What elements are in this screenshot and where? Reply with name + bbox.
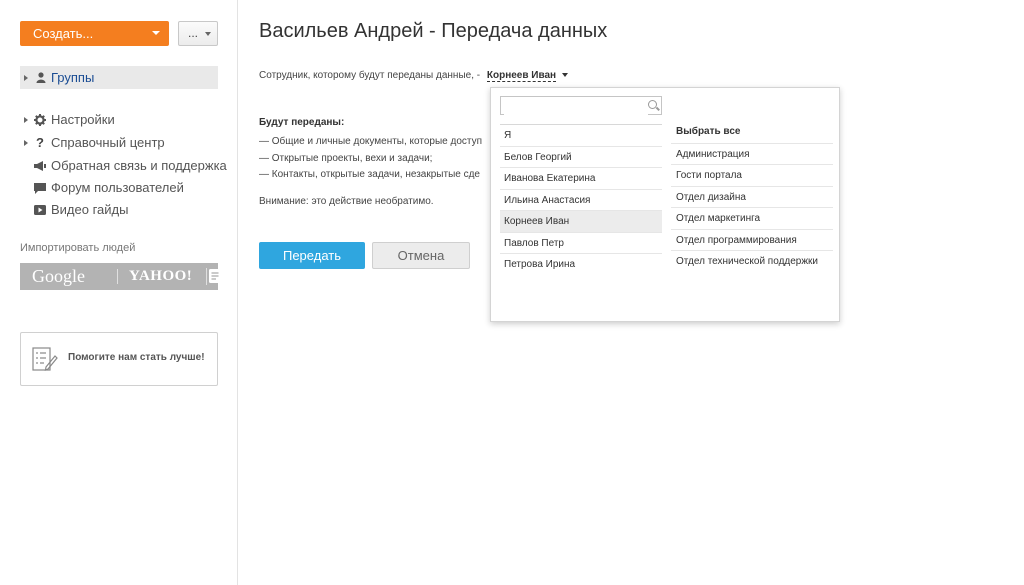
more-button-label: ...: [188, 26, 199, 40]
select-all-item[interactable]: Выбрать все: [671, 121, 833, 143]
chevron-down-icon: [205, 32, 211, 36]
list-item[interactable]: Ильина Анастасия: [500, 188, 662, 211]
divider: [117, 269, 118, 284]
google-import-button[interactable]: Google: [32, 266, 85, 287]
employee-dropdown: Я Белов Георгий Иванова Екатерина Ильина…: [490, 87, 840, 322]
sidebar-item-label: Обратная связь и поддержка: [51, 158, 227, 173]
sidebar-item-label: Справочный центр: [51, 135, 165, 150]
gear-icon: [34, 114, 46, 126]
employee-label: Сотрудник, которому будут переданы данны…: [259, 70, 481, 81]
import-people-label: Импортировать людей: [20, 242, 136, 254]
group-item[interactable]: Отдел технической поддержки: [671, 250, 833, 272]
import-bar: Google YAHOO!: [20, 263, 221, 290]
list-item[interactable]: Белов Георгий: [500, 145, 662, 168]
cancel-button[interactable]: Отмена: [372, 242, 470, 269]
user-icon: [36, 72, 46, 83]
group-item[interactable]: Отдел дизайна: [671, 185, 833, 208]
sidebar-item-label: Форум пользователей: [51, 180, 184, 195]
groups-list: Выбрать все Администрация Гости портала …: [671, 121, 833, 272]
video-icon: [34, 205, 46, 215]
sidebar-item-label: Настройки: [51, 112, 115, 127]
expand-arrow-icon[interactable]: [24, 117, 28, 123]
page-title: Васильев Андрей - Передача данных: [259, 20, 608, 42]
search-icon[interactable]: [648, 100, 657, 109]
group-item[interactable]: Отдел маркетинга: [671, 207, 833, 229]
create-button[interactable]: Создать...: [20, 21, 169, 46]
more-button[interactable]: ...: [178, 21, 218, 46]
expand-arrow-icon[interactable]: [24, 75, 28, 81]
create-button-label: Создать...: [33, 26, 94, 41]
list-item[interactable]: Павлов Петр: [500, 231, 662, 254]
feedback-box-label: Помогите нам стать лучше!: [68, 352, 205, 363]
employee-selector[interactable]: Корнеев Иван: [486, 70, 557, 82]
question-icon: ?: [36, 135, 44, 150]
transfer-button[interactable]: Передать: [259, 242, 365, 269]
yahoo-import-button[interactable]: YAHOO!: [129, 268, 192, 285]
list-item-selected[interactable]: Корнеев Иван: [500, 210, 662, 232]
transfer-item: — Контакты, открытые задачи, незакрытые …: [259, 169, 480, 180]
expand-arrow-icon[interactable]: [24, 140, 28, 146]
chat-icon: [34, 183, 46, 194]
group-item[interactable]: Администрация: [671, 142, 833, 165]
dropdown-search: [500, 96, 662, 116]
survey-icon: [32, 347, 58, 371]
sidebar-item-label: Группы: [51, 70, 95, 85]
transfer-heading: Будут переданы:: [259, 117, 345, 128]
sidebar: Создать... ... Группы Настройки ? Справо…: [0, 0, 238, 585]
chevron-down-icon: [152, 31, 160, 35]
file-import-icon[interactable]: [209, 269, 221, 283]
search-input[interactable]: [504, 99, 648, 116]
list-item[interactable]: Я: [500, 124, 662, 146]
employee-selector-line: Сотрудник, которому будут переданы данны…: [259, 70, 568, 82]
chevron-down-icon[interactable]: [561, 73, 568, 78]
sidebar-item-label: Видео гайды: [51, 202, 129, 217]
list-item[interactable]: Петрова Ирина: [500, 253, 662, 275]
group-item[interactable]: Отдел программирования: [671, 228, 833, 251]
divider: [206, 268, 207, 285]
group-item[interactable]: Гости портала: [671, 164, 833, 186]
list-item[interactable]: Иванова Екатерина: [500, 167, 662, 189]
feedback-box[interactable]: Помогите нам стать лучше!: [20, 332, 218, 386]
transfer-item: — Общие и личные документы, которые дост…: [259, 136, 482, 147]
sidebar-item-groups[interactable]: Группы: [20, 66, 218, 89]
people-list: Я Белов Георгий Иванова Екатерина Ильина…: [500, 124, 662, 275]
transfer-item: — Открытые проекты, вехи и задачи;: [259, 153, 433, 164]
megaphone-icon: [34, 161, 46, 171]
warning-text: Внимание: это действие необратимо.: [259, 196, 434, 207]
